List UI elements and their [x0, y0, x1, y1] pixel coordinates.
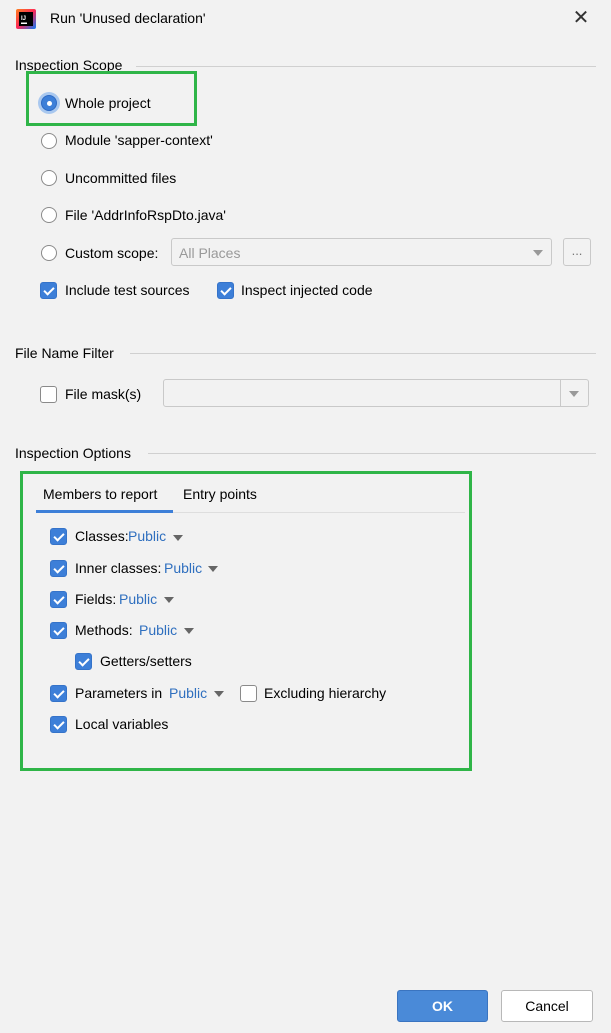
ok-button[interactable]: OK	[397, 990, 488, 1022]
radio-file[interactable]	[41, 207, 57, 223]
intellij-idea-icon: IJ	[16, 9, 36, 29]
custom-scope-dropdown[interactable]: All Places	[171, 238, 552, 266]
options-separator	[148, 453, 596, 454]
chevron-down-icon[interactable]	[569, 391, 579, 397]
include-test-sources-checkbox[interactable]	[40, 282, 57, 299]
filter-separator	[130, 353, 596, 354]
label-module[interactable]: Module 'sapper-context'	[65, 132, 213, 148]
include-test-sources-label[interactable]: Include test sources	[65, 282, 190, 298]
radio-uncommitted-files[interactable]	[41, 170, 57, 186]
label-uncommitted-files[interactable]: Uncommitted files	[65, 170, 176, 186]
svg-text:IJ: IJ	[21, 16, 26, 22]
browse-scope-button[interactable]: ...	[563, 238, 591, 266]
combo-divider	[560, 380, 561, 406]
cancel-button[interactable]: Cancel	[501, 990, 593, 1022]
chevron-down-icon	[533, 250, 543, 256]
highlight-box-scope	[26, 71, 197, 126]
label-file[interactable]: File 'AddrInfoRspDto.java'	[65, 207, 226, 223]
file-mask-input[interactable]	[163, 379, 589, 407]
file-name-filter-heading: File Name Filter	[15, 345, 114, 361]
highlight-box-options	[20, 471, 472, 771]
scope-separator	[136, 66, 596, 67]
file-mask-label[interactable]: File mask(s)	[65, 386, 141, 402]
label-custom-scope[interactable]: Custom scope:	[65, 245, 158, 261]
radio-custom-scope[interactable]	[41, 245, 57, 261]
close-icon[interactable]: ✕	[570, 7, 592, 29]
window-title: Run 'Unused declaration'	[50, 10, 206, 26]
title-bar: IJ Run 'Unused declaration' ✕	[0, 0, 611, 38]
custom-scope-value: All Places	[179, 245, 241, 261]
inspect-injected-code-checkbox[interactable]	[217, 282, 234, 299]
file-mask-checkbox[interactable]	[40, 386, 57, 403]
radio-module[interactable]	[41, 133, 57, 149]
inspect-injected-code-label[interactable]: Inspect injected code	[241, 282, 373, 298]
inspection-options-heading: Inspection Options	[15, 445, 131, 461]
